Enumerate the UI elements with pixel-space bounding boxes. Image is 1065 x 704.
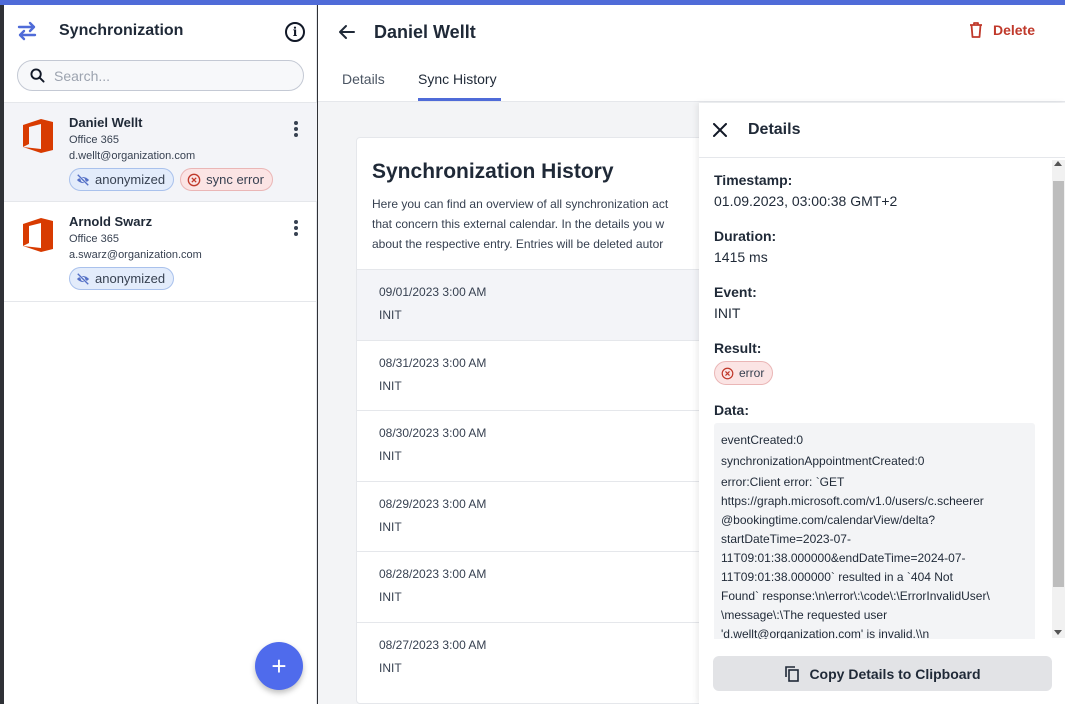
sync-error-badge: sync error <box>180 168 273 191</box>
sync-arrows-icon <box>17 21 37 41</box>
scroll-down-arrow-icon[interactable] <box>1054 630 1062 635</box>
data-line-error: error:Client error: `GET https://graph.m… <box>721 475 990 639</box>
search-icon <box>30 68 45 83</box>
description-line: that concern this external calendar. In … <box>372 217 665 231</box>
result-error-badge: error <box>714 361 774 385</box>
anonymized-badge: anonymized <box>69 168 175 191</box>
add-account-button[interactable]: + <box>255 642 303 690</box>
error-circle-icon <box>187 173 201 186</box>
data-label: Data: <box>714 402 750 418</box>
description-line: about the respective entry. Entries will… <box>372 237 664 251</box>
eye-off-icon <box>76 173 90 186</box>
delete-label: Delete <box>992 22 1035 38</box>
timestamp-label: Timestamp: <box>714 172 793 188</box>
details-panel-title: Details <box>748 121 801 138</box>
scrollbar-thumb[interactable] <box>1053 181 1064 587</box>
search-input[interactable] <box>54 67 284 84</box>
sidebar: Synchronization i Daniel Wellt Office 36… <box>4 5 317 704</box>
account-badges: anonymized <box>69 267 175 290</box>
delete-button[interactable]: Delete <box>969 22 1035 38</box>
account-item-daniel-wellt[interactable]: Daniel Wellt Office 365 d.wellt@organiza… <box>4 102 317 202</box>
active-tab-indicator <box>418 98 501 101</box>
more-options-icon[interactable] <box>293 220 299 236</box>
history-title: Synchronization History <box>372 160 614 183</box>
history-description: Here you can find an overview of all syn… <box>372 194 712 254</box>
scroll-up-arrow-icon[interactable] <box>1054 161 1062 166</box>
data-line: synchronizationAppointmentCreated:0 <box>721 454 925 468</box>
details-panel: Details Timestamp: 01.09.2023, 03:00:38 … <box>699 103 1065 704</box>
badge-label: anonymized <box>95 172 166 187</box>
details-panel-body: Timestamp: 01.09.2023, 03:00:38 GMT+2 Du… <box>699 159 1051 639</box>
duration-label: Duration: <box>714 228 777 244</box>
tab-details[interactable]: Details <box>342 71 385 87</box>
search-box <box>17 60 304 91</box>
badge-label: anonymized <box>95 271 166 286</box>
badge-label: sync error <box>206 172 264 187</box>
anonymized-badge: anonymized <box>69 267 175 290</box>
eye-off-icon <box>76 272 90 285</box>
tab-sync-history[interactable]: Sync History <box>418 71 497 87</box>
timestamp-value: 01.09.2023, 03:00:38 GMT+2 <box>714 193 898 209</box>
data-line: eventCreated:0 <box>721 433 804 447</box>
sidebar-title: Synchronization <box>59 22 184 39</box>
account-name: Arnold Swarz <box>69 214 153 229</box>
copy-details-button[interactable]: Copy Details to Clipboard <box>713 656 1052 691</box>
account-badges: anonymized sync error <box>69 168 273 191</box>
result-label: Result: <box>714 340 762 356</box>
account-list: Daniel Wellt Office 365 d.wellt@organiza… <box>4 102 317 302</box>
back-arrow-icon[interactable] <box>338 23 356 41</box>
account-item-arnold-swarz[interactable]: Arnold Swarz Office 365 a.swarz@organiza… <box>4 202 317 302</box>
duration-value: 1415 ms <box>714 249 768 265</box>
event-label: Event: <box>714 284 757 300</box>
data-content: eventCreated:0 synchronizationAppointmen… <box>714 423 1035 639</box>
page-title: Daniel Wellt <box>374 22 476 42</box>
account-provider: Office 365 <box>69 233 119 245</box>
sidebar-header: Synchronization i <box>4 5 316 57</box>
details-panel-header: Details <box>699 103 1065 158</box>
more-options-icon[interactable] <box>293 121 299 137</box>
error-circle-icon <box>721 367 734 379</box>
result-value: error <box>739 366 765 380</box>
copy-icon <box>785 665 800 682</box>
copy-details-label: Copy Details to Clipboard <box>809 665 981 682</box>
account-name: Daniel Wellt <box>69 115 143 130</box>
close-icon[interactable] <box>713 123 727 137</box>
office-365-logo-icon <box>23 218 53 252</box>
account-email: d.wellt@organization.com <box>69 150 196 162</box>
account-provider: Office 365 <box>69 134 119 146</box>
account-email: a.swarz@organization.com <box>69 249 202 261</box>
office-365-logo-icon <box>23 119 53 153</box>
event-value: INIT <box>714 305 741 321</box>
description-line: Here you can find an overview of all syn… <box>372 197 669 211</box>
info-icon[interactable]: i <box>285 22 305 42</box>
trash-icon <box>969 22 982 38</box>
main-header: Daniel Wellt Delete Details Sync History <box>318 5 1065 102</box>
